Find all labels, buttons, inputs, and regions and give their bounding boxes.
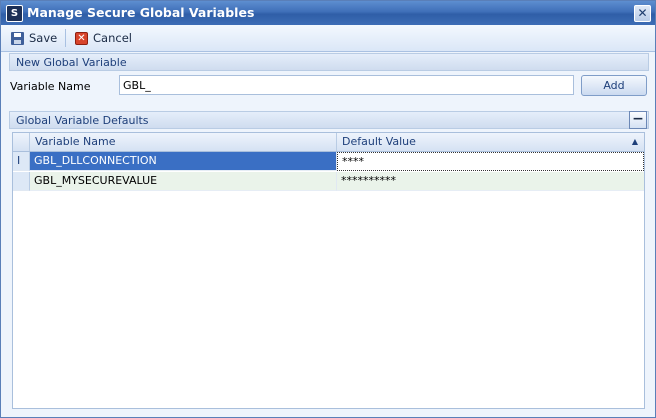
floppy-disk-icon bbox=[11, 31, 24, 45]
variable-name-input[interactable] bbox=[119, 75, 574, 95]
default-value-cell[interactable]: **** bbox=[337, 152, 644, 171]
row-indicator[interactable] bbox=[13, 172, 30, 191]
grid-header: Variable Name Default Value ▲ bbox=[13, 133, 644, 152]
column-header-default-value[interactable]: Default Value ▲ bbox=[337, 133, 644, 151]
title-bar[interactable]: S Manage Secure Global Variables ✕ bbox=[1, 1, 655, 25]
section-title: Global Variable Defaults bbox=[16, 114, 149, 127]
column-header-label: Default Value bbox=[342, 135, 416, 148]
add-button[interactable]: Add bbox=[581, 75, 647, 96]
new-variable-section-header: New Global Variable bbox=[9, 53, 649, 71]
column-header-variable-name[interactable]: Variable Name bbox=[30, 133, 337, 151]
text-cursor-icon: I bbox=[17, 154, 21, 167]
variables-grid: Variable Name Default Value ▲ I GBL_DLLC… bbox=[12, 132, 645, 409]
save-button[interactable]: Save bbox=[11, 29, 57, 47]
table-row[interactable]: I GBL_DLLCONNECTION **** bbox=[13, 152, 644, 171]
defaults-section-header: Global Variable Defaults bbox=[9, 111, 649, 129]
cancel-label: Cancel bbox=[93, 31, 132, 45]
toolbar: Save ✕ Cancel bbox=[1, 25, 655, 52]
close-icon[interactable]: ✕ bbox=[634, 5, 651, 22]
row-indicator[interactable]: I bbox=[13, 152, 30, 171]
variable-name-cell[interactable]: GBL_DLLCONNECTION bbox=[30, 152, 337, 171]
toolbar-separator bbox=[65, 29, 66, 47]
cancel-button[interactable]: ✕ Cancel bbox=[75, 29, 132, 47]
red-x-icon: ✕ bbox=[75, 31, 88, 45]
section-title: New Global Variable bbox=[16, 56, 127, 69]
app-logo-icon: S bbox=[6, 5, 23, 22]
manage-variables-window: S Manage Secure Global Variables ✕ Save … bbox=[0, 0, 656, 418]
collapse-icon[interactable]: − bbox=[629, 111, 647, 129]
variable-name-label: Variable Name bbox=[10, 80, 91, 93]
variable-name-cell[interactable]: GBL_MYSECUREVALUE bbox=[30, 172, 337, 191]
window-title: Manage Secure Global Variables bbox=[27, 5, 255, 20]
default-value-cell[interactable]: ********** bbox=[337, 172, 644, 191]
row-indicator-header bbox=[13, 133, 30, 151]
table-row[interactable]: GBL_MYSECUREVALUE ********** bbox=[13, 172, 644, 191]
save-label: Save bbox=[29, 31, 58, 45]
sort-ascending-icon: ▲ bbox=[631, 137, 638, 146]
